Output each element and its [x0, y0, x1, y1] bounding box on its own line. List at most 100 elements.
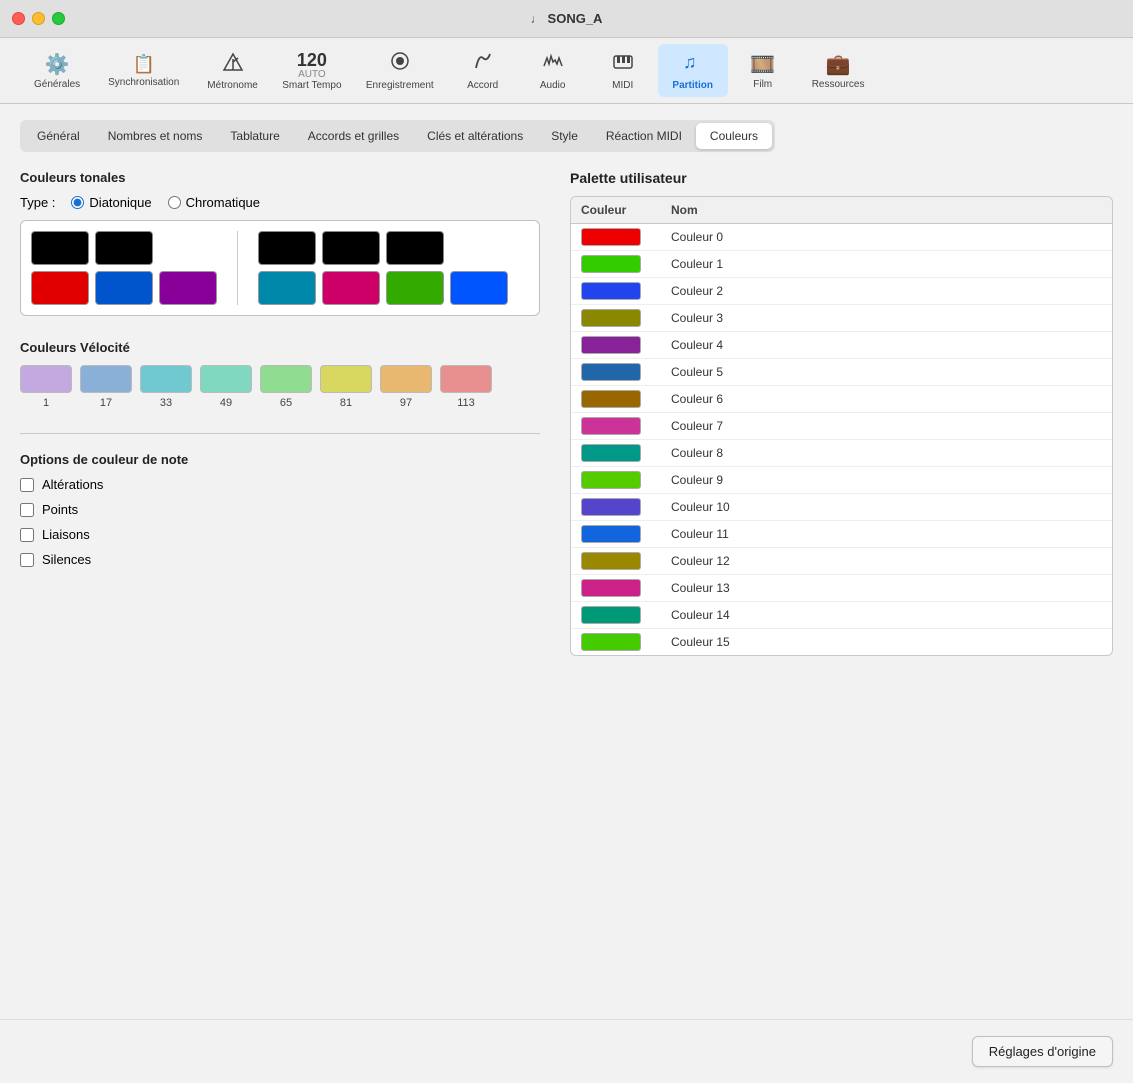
palette-swatch-0[interactable] [581, 228, 641, 246]
velocity-swatch-2[interactable] [140, 365, 192, 393]
palette-row-0[interactable]: Couleur 0 [571, 224, 1112, 251]
swatch-magenta[interactable] [322, 271, 380, 305]
swatch-teal[interactable] [258, 271, 316, 305]
palette-row-7[interactable]: Couleur 7 [571, 413, 1112, 440]
palette-swatch-6[interactable] [581, 390, 641, 408]
tab-reaction-midi[interactable]: Réaction MIDI [592, 123, 696, 149]
toolbar-item-metronome[interactable]: Métronome [193, 45, 272, 97]
radio-chromatique[interactable] [168, 196, 181, 209]
palette-swatch-13[interactable] [581, 579, 641, 597]
toolbar-item-audio[interactable]: Audio [518, 44, 588, 97]
palette-row-1[interactable]: Couleur 1 [571, 251, 1112, 278]
toolbar-item-ressources[interactable]: 💼 Ressources [798, 46, 879, 96]
velocity-item-0[interactable]: 1 [20, 365, 72, 409]
palette-row-4[interactable]: Couleur 4 [571, 332, 1112, 359]
velocity-swatch-3[interactable] [200, 365, 252, 393]
swatch-black-3[interactable] [258, 231, 316, 265]
checkbox-label-points[interactable]: Points [20, 502, 540, 517]
tab-cles-alterations[interactable]: Clés et altérations [413, 123, 537, 149]
toolbar-item-accord[interactable]: Accord [448, 44, 518, 97]
velocity-swatch-5[interactable] [320, 365, 372, 393]
palette-row-6[interactable]: Couleur 6 [571, 386, 1112, 413]
velocity-item-4[interactable]: 65 [260, 365, 312, 409]
radio-diatonique[interactable] [71, 196, 84, 209]
maximize-button[interactable] [52, 12, 65, 25]
velocity-swatch-0[interactable] [20, 365, 72, 393]
swatch-green[interactable] [386, 271, 444, 305]
tab-couleurs[interactable]: Couleurs [696, 123, 772, 149]
palette-swatch-9[interactable] [581, 471, 641, 489]
swatch-black-5[interactable] [386, 231, 444, 265]
toolbar-item-synchronisation[interactable]: 📋 Synchronisation [94, 48, 193, 94]
checkbox-label-liaisons[interactable]: Liaisons [20, 527, 540, 542]
toolbar-item-midi[interactable]: MIDI [588, 44, 658, 97]
palette-swatch-4[interactable] [581, 336, 641, 354]
toolbar-item-generales[interactable]: ⚙️ Générales [20, 46, 94, 96]
tab-general[interactable]: Général [23, 123, 94, 149]
radio-diatonique-label[interactable]: Diatonique [71, 195, 151, 210]
checkbox-points[interactable] [20, 503, 34, 517]
palette-swatch-1[interactable] [581, 255, 641, 273]
tab-tablature[interactable]: Tablature [216, 123, 293, 149]
toolbar-item-partition[interactable]: ♫ Partition [658, 44, 728, 97]
swatch-blue[interactable] [95, 271, 153, 305]
palette-row-12[interactable]: Couleur 12 [571, 548, 1112, 575]
palette-row-13[interactable]: Couleur 13 [571, 575, 1112, 602]
toolbar-item-smart-tempo[interactable]: 120 AUTO Smart Tempo [272, 47, 352, 95]
palette-swatch-15[interactable] [581, 633, 641, 651]
palette-name-15: Couleur 15 [671, 635, 1102, 649]
velocity-item-7[interactable]: 113 [440, 365, 492, 409]
checkbox-silences[interactable] [20, 553, 34, 567]
velocity-item-1[interactable]: 17 [80, 365, 132, 409]
palette-row-2[interactable]: Couleur 2 [571, 278, 1112, 305]
velocity-item-6[interactable]: 97 [380, 365, 432, 409]
palette-row-5[interactable]: Couleur 5 [571, 359, 1112, 386]
palette-swatch-3[interactable] [581, 309, 641, 327]
swatch-purple[interactable] [159, 271, 217, 305]
checkbox-label-alterations[interactable]: Altérations [20, 477, 540, 492]
resources-icon: 💼 [826, 52, 851, 77]
swatch-red[interactable] [31, 271, 89, 305]
velocity-item-2[interactable]: 33 [140, 365, 192, 409]
radio-chromatique-label[interactable]: Chromatique [168, 195, 260, 210]
palette-swatch-14[interactable] [581, 606, 641, 624]
palette-color-cell-7 [581, 417, 671, 435]
palette-swatch-12[interactable] [581, 552, 641, 570]
palette-row-15[interactable]: Couleur 15 [571, 629, 1112, 655]
velocity-swatch-6[interactable] [380, 365, 432, 393]
palette-swatch-5[interactable] [581, 363, 641, 381]
checkbox-liaisons[interactable] [20, 528, 34, 542]
velocity-swatch-7[interactable] [440, 365, 492, 393]
palette-row-8[interactable]: Couleur 8 [571, 440, 1112, 467]
palette-row-3[interactable]: Couleur 3 [571, 305, 1112, 332]
swatch-black-4[interactable] [322, 231, 380, 265]
velocity-swatch-4[interactable] [260, 365, 312, 393]
palette-row-14[interactable]: Couleur 14 [571, 602, 1112, 629]
tab-nombres-noms[interactable]: Nombres et noms [94, 123, 217, 149]
tab-accords-grilles[interactable]: Accords et grilles [294, 123, 413, 149]
reset-button[interactable]: Réglages d'origine [972, 1036, 1113, 1067]
swatch-black-1[interactable] [31, 231, 89, 265]
palette-swatch-2[interactable] [581, 282, 641, 300]
tab-style[interactable]: Style [537, 123, 592, 149]
swatch-navy[interactable] [450, 271, 508, 305]
toolbar-item-enregistrement[interactable]: Enregistrement [352, 44, 448, 97]
palette-row-9[interactable]: Couleur 9 [571, 467, 1112, 494]
checkbox-text-points: Points [42, 502, 78, 517]
toolbar-item-film[interactable]: 🎞️ Film [728, 46, 798, 96]
palette-row-10[interactable]: Couleur 10 [571, 494, 1112, 521]
velocity-swatch-1[interactable] [80, 365, 132, 393]
checkbox-label-silences[interactable]: Silences [20, 552, 540, 567]
close-button[interactable] [12, 12, 25, 25]
palette-swatch-10[interactable] [581, 498, 641, 516]
palette-swatch-8[interactable] [581, 444, 641, 462]
palette-color-cell-0 [581, 228, 671, 246]
minimize-button[interactable] [32, 12, 45, 25]
swatch-black-2[interactable] [95, 231, 153, 265]
palette-swatch-11[interactable] [581, 525, 641, 543]
velocity-item-5[interactable]: 81 [320, 365, 372, 409]
palette-swatch-7[interactable] [581, 417, 641, 435]
checkbox-alterations[interactable] [20, 478, 34, 492]
palette-row-11[interactable]: Couleur 11 [571, 521, 1112, 548]
velocity-item-3[interactable]: 49 [200, 365, 252, 409]
